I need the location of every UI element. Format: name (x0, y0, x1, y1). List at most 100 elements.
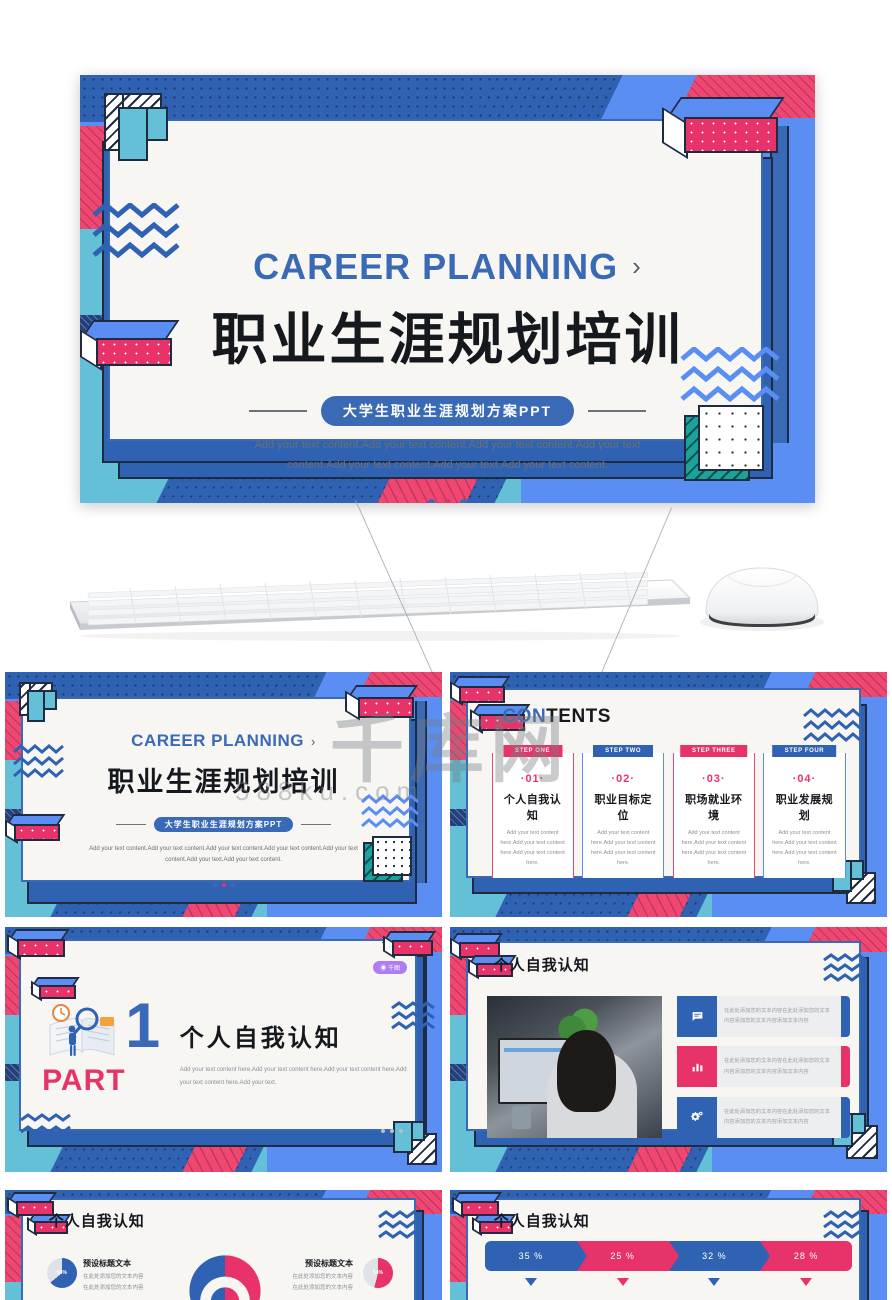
zigzag-wave-icon (377, 1210, 423, 1240)
cup-in-photo (511, 1106, 531, 1130)
chevron-right-icon: › (632, 251, 642, 282)
step-badge: STEP ONE (503, 744, 563, 757)
contents-card[interactable]: STEP TWO ·02· 职业目标定位 Add your text conte… (582, 744, 665, 878)
step-heading: 职业目标定位 (594, 793, 652, 822)
arrow-step-value: 35 % (518, 1250, 544, 1261)
arrow-step[interactable]: 32 % (668, 1240, 771, 1272)
zigzag-wave-icon (822, 1210, 868, 1240)
step-badge: STEP FOUR (772, 744, 837, 757)
dot-2[interactable] (444, 498, 451, 503)
photo-slide-row[interactable]: 在此处添加您的文本内容在此处添加您的文本内容添加您的文本内容添加文本内容 (677, 1096, 850, 1138)
hero-en-title: CAREER PLANNING › (253, 246, 642, 288)
t1-dot-indicators[interactable] (5, 882, 442, 887)
thumbnail-contents-slide[interactable]: CONTENTS STEP ONE ·01· 个人自我认知 Add your t… (450, 672, 887, 917)
step-body: Add your text content here.Add your text… (500, 829, 565, 867)
elbow-shape-icon (104, 93, 178, 167)
step-badge: STEP THREE (680, 744, 748, 757)
bar-chart-icon (677, 1046, 717, 1088)
box-3d-pink-right-icon (345, 685, 421, 729)
pie-left-percent: 64% (56, 1270, 67, 1276)
arrow-marker (577, 1278, 669, 1286)
step-number: ·03· (702, 772, 726, 785)
step-number: ·04· (792, 772, 817, 785)
step-number: ·02· (611, 772, 635, 785)
chat-bubble-icon (677, 995, 717, 1037)
elbow-shape-icon (19, 682, 63, 726)
thumbnail-photo-slide[interactable]: 个人自我认知 在此处添加您的文本内容在此处添加您的文本内容添加您的文本内容添加文… (450, 927, 887, 1172)
part-label: PART (42, 1064, 126, 1098)
pie-left-body: 在此处添加您的文本内容 在此处添加您的文本内容 (83, 1274, 144, 1291)
hero-cn-title: 职业生涯规划培训 (211, 308, 684, 372)
photo-row-text: 在此处添加您的文本内容在此处添加您的文本内容添加您的文本内容添加文本内容 (716, 995, 842, 1037)
gears-icon (677, 1096, 717, 1138)
arrow-step-value: 32 % (702, 1250, 727, 1261)
row-cap (841, 1096, 850, 1138)
dot-3[interactable] (398, 1128, 403, 1133)
arrow-step[interactable]: 35 % (484, 1240, 587, 1272)
photo-slide-row[interactable]: 在此处添加您的文本内容在此处添加您的文本内容添加您的文本内容添加文本内容 (677, 1046, 850, 1088)
hero-body-text: Add your text content.Add your text cont… (254, 438, 641, 471)
pie-right-body: 在此处添加您的文本内容 在此处添加您的文本内容 (292, 1274, 353, 1291)
thumbnail-cover-slide[interactable]: CAREER PLANNING › 职业生涯规划培训 大学生职业生涯规划方案PPT… (5, 672, 442, 917)
arrow-step[interactable]: 25 % (576, 1240, 679, 1272)
part-heading: 个人自我认知 (179, 1024, 342, 1052)
photo-slide-row[interactable]: 在此处添加您的文本内容在此处添加您的文本内容添加您的文本内容添加文本内容 (677, 995, 850, 1037)
arrow-marker-row (485, 1278, 852, 1286)
arrow-marker (760, 1278, 852, 1286)
part-number: 1 (125, 990, 161, 1061)
row-cap (841, 1046, 850, 1088)
thumbnail-arrow-slide[interactable]: 个人自我认知 35 % 25 % 32 % 28 % (450, 1190, 887, 1300)
box-3d-pink-right-icon (662, 97, 788, 171)
chevron-right-icon: › (310, 733, 316, 749)
step-heading: 个人自我认知 (503, 793, 562, 822)
step-number: ·01· (520, 772, 545, 785)
box-3d-pink-right-icon (381, 931, 439, 963)
t1-subtitle-row: 大学生职业生涯规划方案PPT (5, 816, 442, 832)
step-badge: STEP TWO (593, 744, 654, 757)
hero-dot-indicators[interactable] (80, 498, 815, 503)
dot-1[interactable] (380, 1128, 385, 1133)
book-magnifier-illustration-icon (44, 1001, 122, 1063)
office-photo (487, 995, 662, 1138)
thumbnail-part-slide[interactable]: ◉ 千图 PART 1 个人自我认知 Add your text content… (5, 927, 442, 1172)
contents-card-list: STEP ONE ·01· 个人自我认知 Add your text conte… (491, 744, 846, 878)
t1-en-title: CAREER PLANNING › (131, 730, 316, 750)
mini-pie-right: 54% (363, 1258, 393, 1288)
dot-3[interactable] (460, 498, 467, 503)
t1-body-text: Add your text content.Add your text cont… (89, 845, 358, 863)
hero-subtitle-row: 大学生职业生涯规划方案PPT (80, 396, 815, 426)
dot-3[interactable] (230, 882, 235, 887)
keyboard-mockup (69, 570, 692, 641)
step-body: Add your text content here.Add your text… (772, 829, 837, 867)
part-dot-indicators[interactable] (380, 1128, 403, 1133)
contents-card[interactable]: STEP ONE ·01· 个人自我认知 Add your text conte… (491, 744, 574, 878)
arrow-step-bar: 35 % 25 % 32 % 28 % (484, 1240, 853, 1272)
contents-card[interactable]: STEP THREE ·03· 职场就业环境 Add your text con… (672, 744, 755, 878)
thumbnail-pie-slide[interactable]: 个人自我认知 64% 预设标题文本 在此处添加您的文本内容 在此处添加您的文本内容… (5, 1190, 442, 1300)
person-hair (557, 1029, 617, 1113)
pie-left-heading: 预设标题文本 (83, 1259, 131, 1268)
zigzag-wave-icon (822, 953, 868, 983)
contents-title: CONTENTS (502, 706, 611, 728)
device-mockup-group (0, 500, 892, 693)
step-body: Add your text content here.Add your text… (681, 829, 747, 867)
step-heading: 职场就业环境 (685, 793, 743, 822)
row-cap (841, 995, 850, 1037)
arrow-marker (485, 1278, 577, 1286)
contents-card[interactable]: STEP FOUR ·04· 职业发展规划 Add your text cont… (763, 744, 846, 878)
zigzag-wave-right-icon (390, 1001, 436, 1031)
arrow-step[interactable]: 28 % (760, 1240, 853, 1272)
qiantu-badge: ◉ 千图 (373, 961, 408, 975)
part-body: Add your text content here.Add your text… (179, 1067, 407, 1086)
t1-cn-title: 职业生涯规划培训 (107, 767, 340, 798)
dot-2[interactable] (221, 882, 226, 887)
photo-row-text: 在此处添加您的文本内容在此处添加您的文本内容添加您的文本内容添加文本内容 (716, 1046, 842, 1088)
rule-right (301, 823, 332, 825)
dot-1[interactable] (212, 882, 217, 887)
dot-2[interactable] (389, 1128, 394, 1133)
keyboard-mouse-svg (69, 567, 824, 641)
dot-1[interactable] (428, 498, 435, 503)
rule-right (588, 410, 647, 412)
pie-right-heading: 预设标题文本 (305, 1259, 353, 1268)
step-heading: 职业发展规划 (775, 793, 834, 822)
